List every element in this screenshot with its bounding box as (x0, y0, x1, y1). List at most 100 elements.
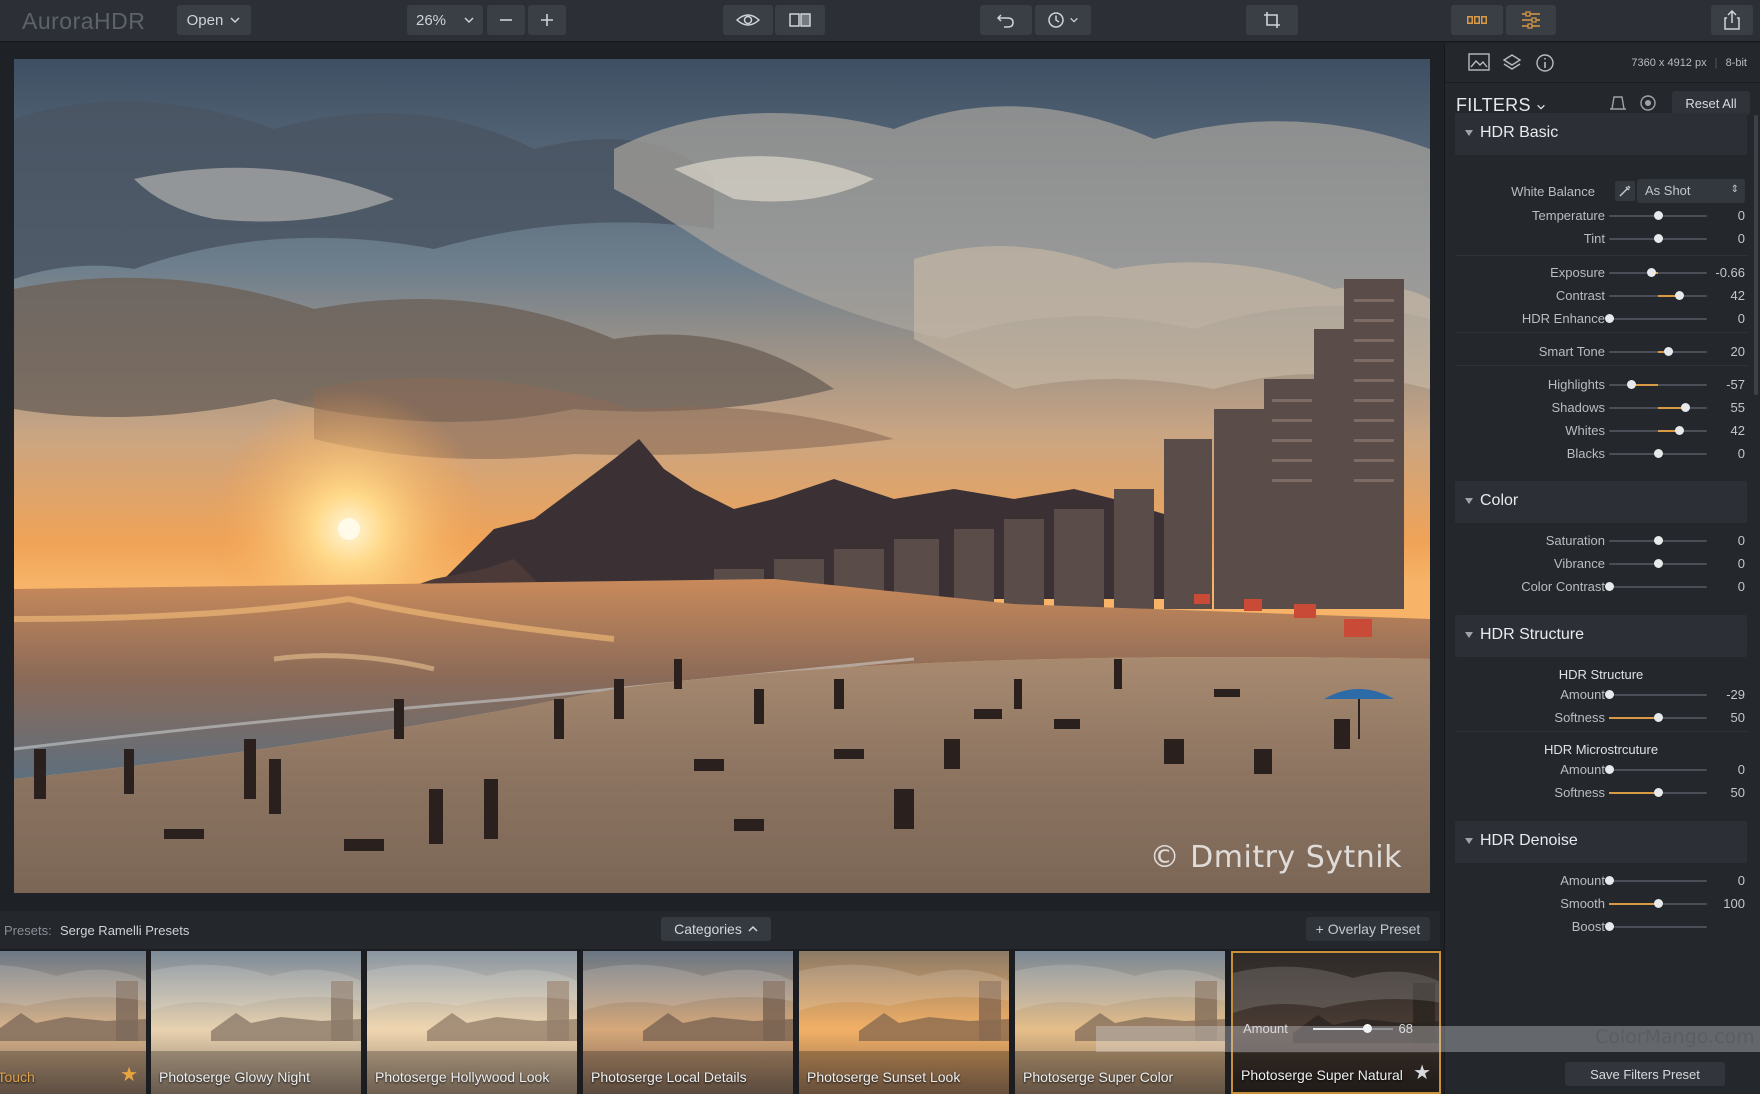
eyedropper-button[interactable] (1615, 181, 1635, 201)
section-title: Color (1480, 492, 1519, 509)
preset-thumbnail[interactable]: Photoserge Hollywood Look (367, 951, 577, 1094)
slider-knob[interactable] (1626, 380, 1636, 389)
undo-button[interactable] (980, 5, 1032, 35)
slider-track[interactable] (1605, 922, 1707, 931)
slider-track[interactable] (1605, 690, 1707, 699)
slider-knob[interactable] (1654, 449, 1663, 458)
layers-icon[interactable] (1502, 53, 1522, 73)
favorite-star-icon[interactable]: ★ (120, 1062, 138, 1087)
zoom-in-button[interactable] (528, 5, 566, 35)
slider-track[interactable] (1605, 314, 1707, 323)
slider-row-highlights: Highlights -57 (1445, 375, 1760, 395)
preset-thumbnail[interactable]: Photoserge Super Color (1015, 951, 1225, 1094)
image-icon[interactable] (1468, 53, 1490, 71)
slider-knob[interactable] (1605, 582, 1614, 591)
filters-title: FILTERS (1456, 95, 1531, 115)
slider-knob[interactable] (1681, 403, 1691, 412)
app-window: AuroraHDR Open 26% © Dmitry Sytnik Prese… (0, 0, 1760, 1094)
presets-panel-button[interactable] (1451, 5, 1503, 35)
aperture-icon[interactable] (1639, 94, 1657, 112)
slider-row-boost: Boost (1445, 917, 1760, 937)
categories-button[interactable]: Categories (661, 917, 771, 941)
zoom-out-button[interactable] (487, 5, 525, 35)
slider-track[interactable] (1609, 234, 1707, 243)
slider-track[interactable] (1609, 536, 1707, 545)
compare-button[interactable] (775, 5, 825, 35)
preset-collection-name[interactable]: Serge Ramelli Presets (60, 923, 189, 938)
slider-track[interactable] (1605, 876, 1707, 885)
open-button[interactable]: Open (177, 5, 251, 35)
slider-value: 0 (1737, 762, 1745, 777)
history-button[interactable] (1035, 5, 1091, 35)
info-icon[interactable] (1535, 53, 1555, 73)
eye-icon (735, 14, 761, 26)
slider-knob[interactable] (1654, 234, 1663, 243)
slider-track[interactable] (1609, 788, 1707, 797)
slider-knob[interactable] (1647, 268, 1657, 277)
slider-knob[interactable] (1674, 291, 1684, 300)
preview-button[interactable] (723, 5, 773, 35)
slider-knob[interactable] (1654, 788, 1663, 797)
filters-panel-button[interactable] (1506, 5, 1556, 35)
overlay-preset-button[interactable]: + Overlay Preset (1306, 917, 1430, 941)
preset-thumbnail[interactable]: Photoserge Sunset Look (799, 951, 1009, 1094)
save-filters-preset-button[interactable]: Save Filters Preset (1565, 1062, 1725, 1086)
preset-thumbnail[interactable]: Photoserge Super Natural ★ Amount 68 (1231, 951, 1441, 1094)
slider-knob[interactable] (1654, 713, 1663, 722)
section-hdr-denoise[interactable]: HDR Denoise (1455, 821, 1747, 863)
beach-sunset-photo (14, 59, 1430, 893)
reset-all-button[interactable]: Reset All (1672, 91, 1750, 115)
slider-knob[interactable] (1674, 426, 1684, 435)
clock-icon (1048, 12, 1064, 28)
section-title: HDR Basic (1480, 124, 1559, 141)
white-balance-select[interactable]: As Shot ⇕ (1637, 179, 1745, 203)
preset-thumbnail[interactable]: Photoserge Local Details (583, 951, 793, 1094)
slider-knob[interactable] (1605, 876, 1614, 885)
slider-track[interactable] (1609, 449, 1707, 458)
slider-row-amount: Amount -29 (1445, 685, 1760, 705)
photo-canvas[interactable]: © Dmitry Sytnik (14, 59, 1430, 893)
section-color[interactable]: Color (1455, 481, 1747, 523)
slider-label: Amount (1560, 873, 1605, 888)
slider-knob[interactable] (1605, 922, 1614, 931)
slider-knob[interactable] (1654, 559, 1663, 568)
crop-button[interactable] (1246, 5, 1298, 35)
slider-label: Whites (1565, 423, 1605, 438)
white-balance-row: White Balance As Shot ⇕ (1445, 179, 1760, 203)
section-hdr-structure[interactable]: HDR Structure (1455, 615, 1747, 657)
slider-track[interactable] (1609, 380, 1707, 389)
slider-track[interactable] (1609, 899, 1707, 908)
slider-track[interactable] (1609, 211, 1707, 220)
slider-value: 0 (1737, 533, 1745, 548)
image-info: 7360 x 4912 px | 8-bit (1631, 57, 1747, 69)
slider-track[interactable] (1609, 403, 1707, 412)
slider-track[interactable] (1605, 582, 1707, 591)
slider-knob[interactable] (1654, 211, 1663, 220)
slider-track[interactable] (1609, 713, 1707, 722)
favorite-star-icon[interactable]: ★ (1413, 1060, 1431, 1085)
slider-track[interactable] (1609, 559, 1707, 568)
slider-track[interactable] (1609, 291, 1707, 300)
slider-knob[interactable] (1605, 690, 1614, 699)
slider-value: 0 (1737, 208, 1745, 223)
slider-knob[interactable] (1605, 765, 1614, 774)
zoom-select[interactable]: 26% (407, 5, 483, 35)
slider-track[interactable] (1609, 347, 1707, 356)
preset-thumbnail[interactable]: Photoserge Glowy Night (151, 951, 361, 1094)
slider-row-color-contrast: Color Contrast 0 (1445, 577, 1760, 597)
slider-row-hdr-enhance: HDR Enhance 0 (1445, 309, 1760, 329)
slider-track[interactable] (1609, 268, 1707, 277)
section-hdr-basic[interactable]: HDR Basic (1455, 113, 1747, 155)
slider-value: 50 (1730, 785, 1745, 800)
undo-icon (996, 14, 1014, 28)
slider-knob[interactable] (1654, 899, 1663, 908)
collapse-triangle-icon (1465, 130, 1473, 136)
slider-knob[interactable] (1654, 536, 1663, 545)
slider-knob[interactable] (1663, 347, 1673, 356)
slider-track[interactable] (1609, 426, 1707, 435)
share-button[interactable] (1711, 5, 1753, 35)
mask-icon[interactable] (1609, 94, 1627, 112)
slider-track[interactable] (1605, 765, 1707, 774)
preset-thumbnail[interactable]: ge Final Touch ★ (0, 951, 146, 1094)
slider-knob[interactable] (1605, 314, 1614, 323)
